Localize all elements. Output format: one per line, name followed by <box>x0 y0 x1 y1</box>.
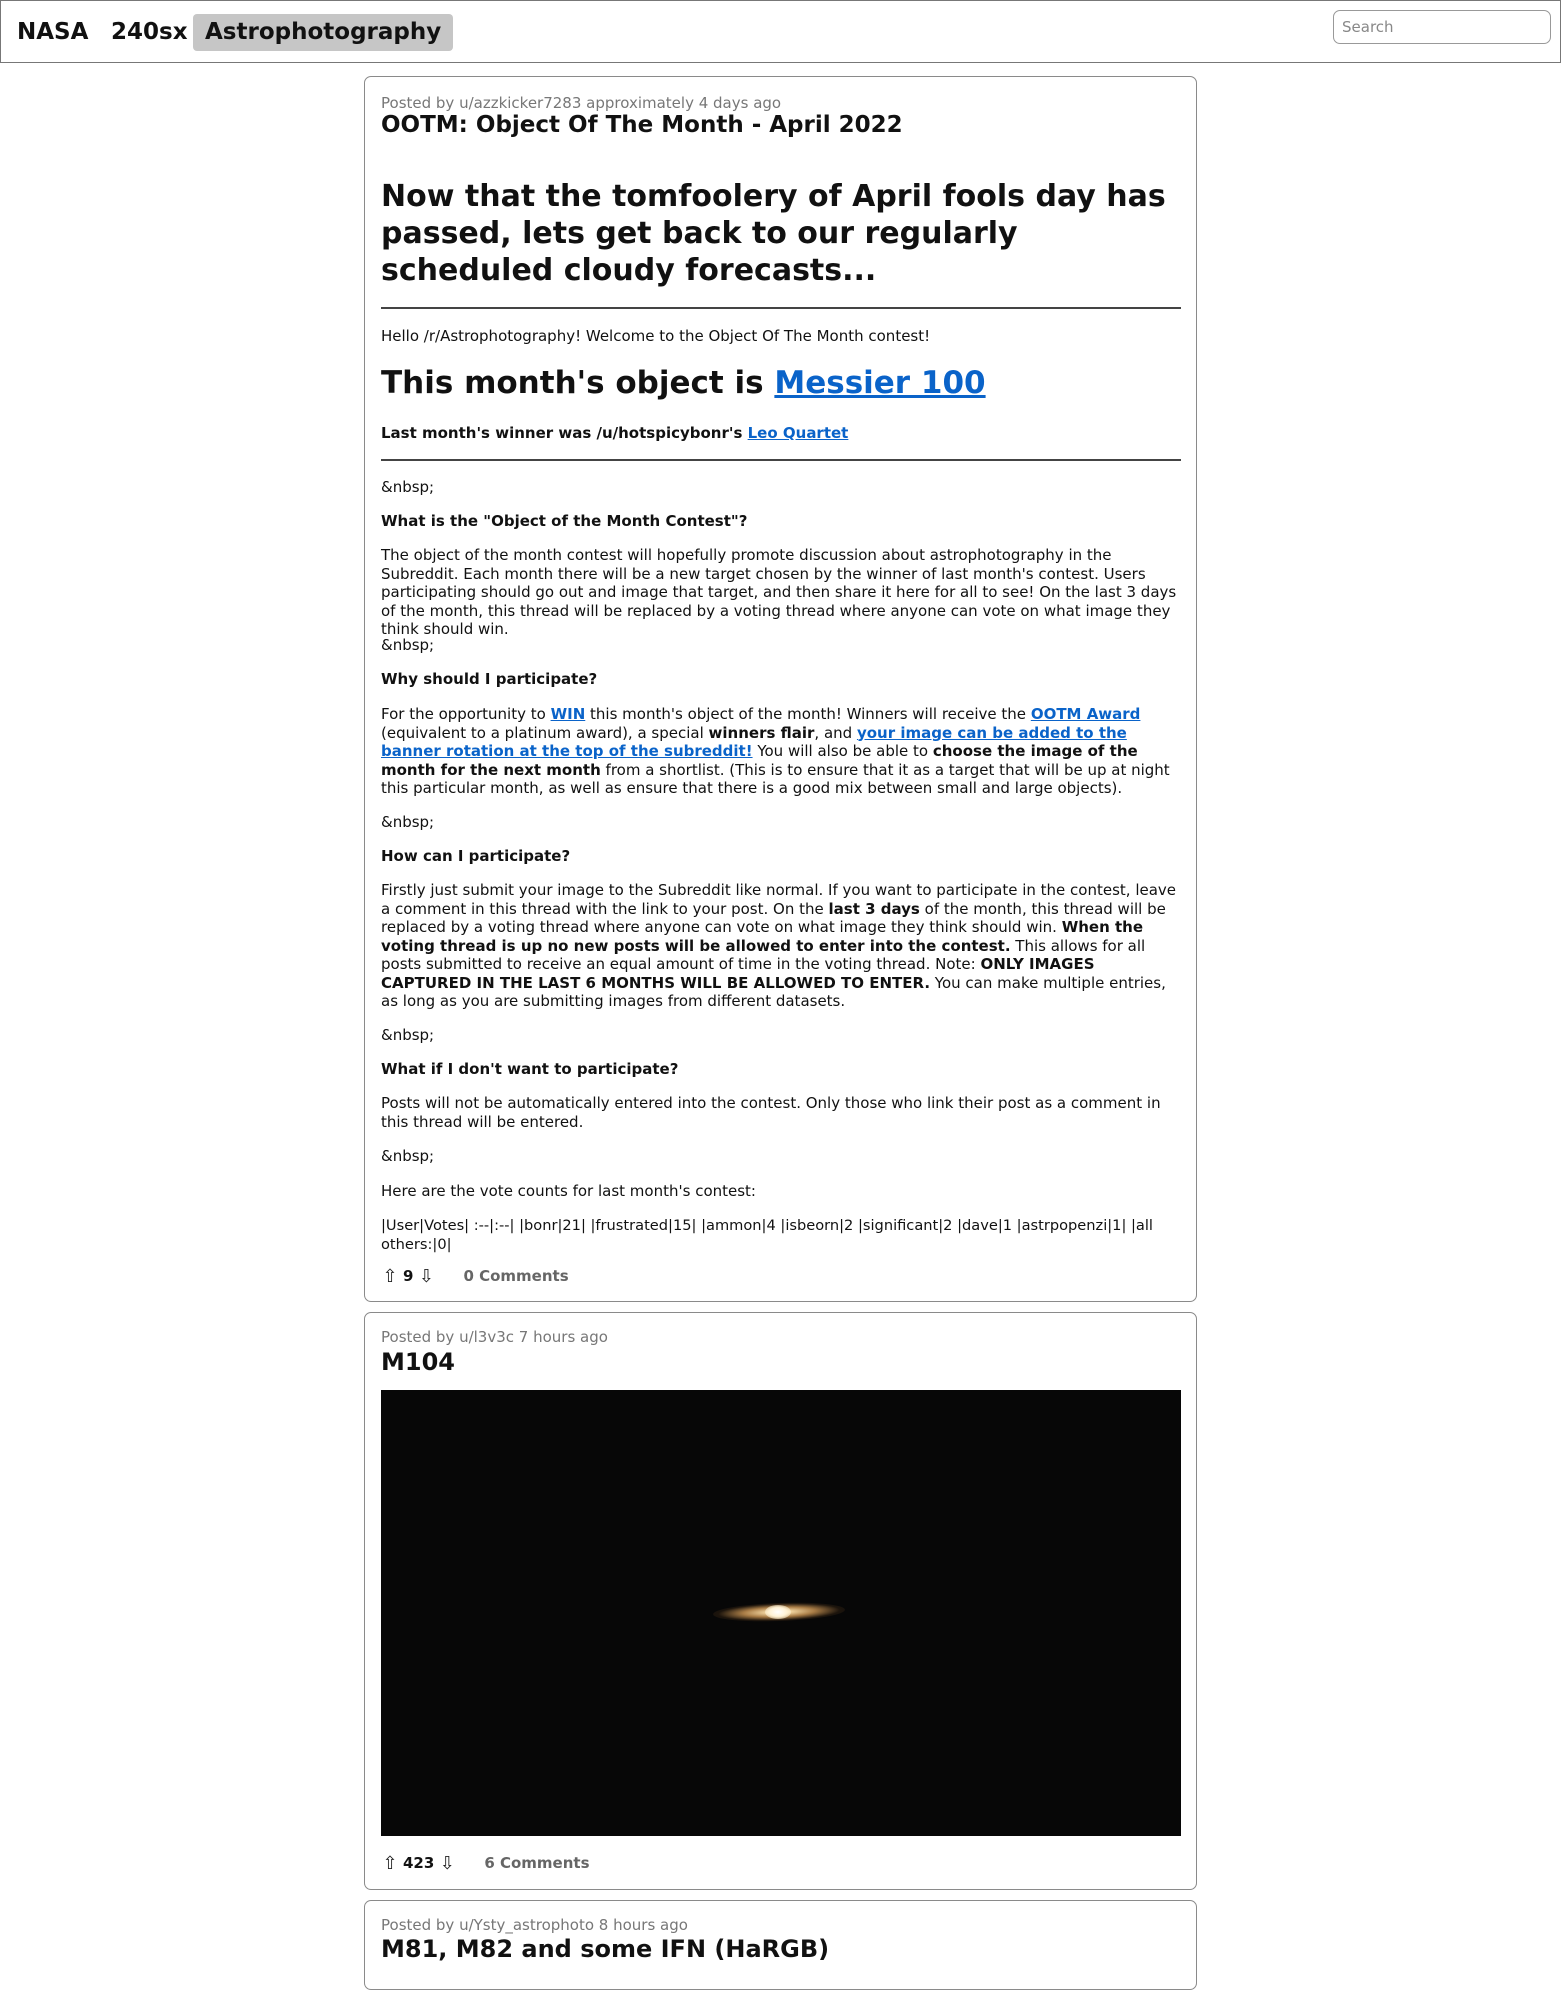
post-title[interactable]: M81, M82 and some IFN (HaRGB) <box>381 1935 829 1963</box>
tab-240sx[interactable]: 240sx <box>99 14 200 51</box>
last-winner-text: Last month's winner was /u/hotspicybonr'… <box>381 424 1181 443</box>
text-span: For the opportunity to <box>381 705 551 723</box>
top-nav-bar: NASA 240sx Astrophotography <box>0 0 1561 63</box>
comments-link[interactable]: 6 Comments <box>484 1854 589 1872</box>
post-actions: ⇧ 9 ⇩ 0 Comments <box>381 1264 568 1288</box>
win-link[interactable]: WIN <box>551 705 586 723</box>
nbsp-text: &nbsp; <box>381 478 435 496</box>
question-heading: What if I don't want to participate? <box>381 1060 679 1078</box>
post-card-m81-m82: Posted by u/Ysty_astrophoto 8 hours ago … <box>364 1900 1197 1990</box>
nbsp-text: &nbsp; <box>381 1147 435 1165</box>
answer-paragraph: For the opportunity to WIN this month's … <box>381 705 1181 798</box>
post-card-m104: Posted by u/l3v3c 7 hours ago M104 ⇧ 423… <box>364 1312 1197 1890</box>
divider <box>381 459 1181 461</box>
post-meta: Posted by u/azzkicker7283 approximately … <box>381 94 782 112</box>
text-span: , and <box>814 723 857 742</box>
search-input[interactable] <box>1333 10 1551 44</box>
upvote-icon[interactable]: ⇧ <box>381 1853 399 1874</box>
comments-link[interactable]: 0 Comments <box>463 1267 568 1285</box>
ootm-award-link[interactable]: OOTM Award <box>1031 705 1141 723</box>
post-image[interactable] <box>381 1390 1181 1836</box>
last-winner-prefix: Last month's winner was /u/hotspicybonr'… <box>381 424 748 442</box>
answer-paragraph: Firstly just submit your image to the Su… <box>381 881 1181 1011</box>
welcome-text: Hello /r/Astrophotography! Welcome to th… <box>381 327 931 345</box>
bold-span: winners flair <box>708 723 815 742</box>
text-span: (equivalent to a platinum award), a spec… <box>381 723 709 742</box>
post-title[interactable]: M104 <box>381 1348 455 1376</box>
galaxy-core <box>765 1605 791 1619</box>
downvote-icon[interactable]: ⇩ <box>438 1853 456 1874</box>
answer-paragraph: The object of the month contest will hop… <box>381 546 1177 638</box>
nbsp-text: &nbsp; <box>381 636 435 654</box>
divider <box>381 307 1181 309</box>
post-card-ootm: Posted by u/azzkicker7283 approximately … <box>364 76 1197 1302</box>
nbsp-text: &nbsp; <box>381 813 435 831</box>
text-span: this month's object of the month! Winner… <box>585 705 1031 723</box>
upvote-icon[interactable]: ⇧ <box>381 1266 399 1287</box>
answer-paragraph: Posts will not be automatically entered … <box>381 1094 1161 1131</box>
votes-intro: Here are the vote counts for last month'… <box>381 1182 756 1200</box>
votes-table-raw: |User|Votes| :--|:--| |bonr|21| |frustra… <box>381 1217 1153 1253</box>
post-title[interactable]: OOTM: Object Of The Month - April 2022 <box>381 112 903 138</box>
text-span: You will also be able to <box>752 742 933 760</box>
tab-astrophotography[interactable]: Astrophotography <box>193 14 454 51</box>
vote-count: 9 <box>403 1267 414 1285</box>
question-heading: How can I participate? <box>381 847 571 865</box>
object-heading-prefix: This month's object is <box>381 365 775 401</box>
post-meta: Posted by u/Ysty_astrophoto 8 hours ago <box>381 1916 688 1934</box>
leo-quartet-link[interactable]: Leo Quartet <box>748 424 849 442</box>
question-heading: What is the "Object of the Month Contest… <box>381 512 748 530</box>
post-meta: Posted by u/l3v3c 7 hours ago <box>381 1328 608 1346</box>
object-heading: This month's object is Messier 100 <box>381 365 1181 401</box>
downvote-icon[interactable]: ⇩ <box>417 1266 435 1287</box>
question-heading: Why should I participate? <box>381 670 598 688</box>
nbsp-text: &nbsp; <box>381 1026 435 1044</box>
messier-100-link[interactable]: Messier 100 <box>774 365 985 401</box>
vote-count: 423 <box>403 1854 435 1872</box>
bold-span: last 3 days <box>828 899 920 918</box>
post-heading: Now that the tomfoolery of April fools d… <box>381 179 1166 288</box>
post-actions: ⇧ 423 ⇩ 6 Comments <box>381 1851 589 1875</box>
tab-nasa[interactable]: NASA <box>5 14 100 51</box>
